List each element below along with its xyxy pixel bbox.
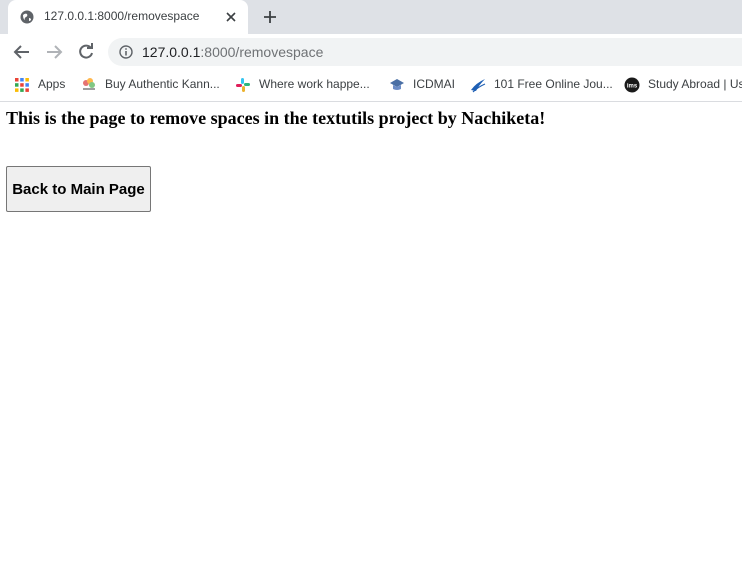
bookmarks-bar: Apps Buy Authentic Kann... Where work ha… — [0, 70, 742, 102]
browser-toolbar: 127.0.0.1:8000/removespace — [0, 34, 742, 70]
url-path: :8000/removespace — [200, 44, 324, 60]
url-host: 127.0.0.1 — [142, 44, 201, 60]
swoosh-icon — [471, 79, 486, 93]
svg-text:ims: ims — [627, 84, 638, 90]
url-text: 127.0.0.1:8000/removespace — [142, 44, 323, 60]
info-icon[interactable] — [119, 45, 133, 59]
graduation-cap-icon — [390, 79, 404, 90]
bookmark-label: Study Abroad | Us — [648, 77, 742, 91]
reload-icon[interactable] — [76, 42, 96, 62]
colorful-logo-icon — [83, 78, 95, 90]
browser-tab[interactable]: 127.0.0.1:8000/removespace — [8, 0, 248, 34]
new-tab-icon[interactable] — [262, 9, 278, 25]
address-bar[interactable]: 127.0.0.1:8000/removespace — [108, 38, 742, 66]
apps-grid-icon — [15, 78, 29, 92]
back-arrow-icon[interactable] — [12, 42, 32, 62]
page-content: This is the page to remove spaces in the… — [0, 103, 742, 561]
ims-icon: ims — [624, 77, 640, 93]
tab-strip: 127.0.0.1:8000/removespace — [0, 0, 742, 34]
bookmark-label: ICDMAI — [413, 77, 455, 91]
tab-title: 127.0.0.1:8000/removespace — [44, 9, 200, 23]
bookmark-label: 101 Free Online Jou... — [494, 77, 613, 91]
slack-icon — [236, 78, 250, 92]
bookmark-label: Buy Authentic Kann... — [105, 77, 220, 91]
back-to-main-page-button[interactable]: Back to Main Page — [6, 166, 151, 212]
globe-icon — [20, 10, 34, 24]
forward-arrow-icon[interactable] — [44, 42, 64, 62]
close-icon[interactable] — [224, 10, 238, 24]
page-heading: This is the page to remove spaces in the… — [6, 108, 546, 128]
bookmark-label: Where work happe... — [259, 77, 370, 91]
bookmark-label: Apps — [38, 77, 66, 91]
